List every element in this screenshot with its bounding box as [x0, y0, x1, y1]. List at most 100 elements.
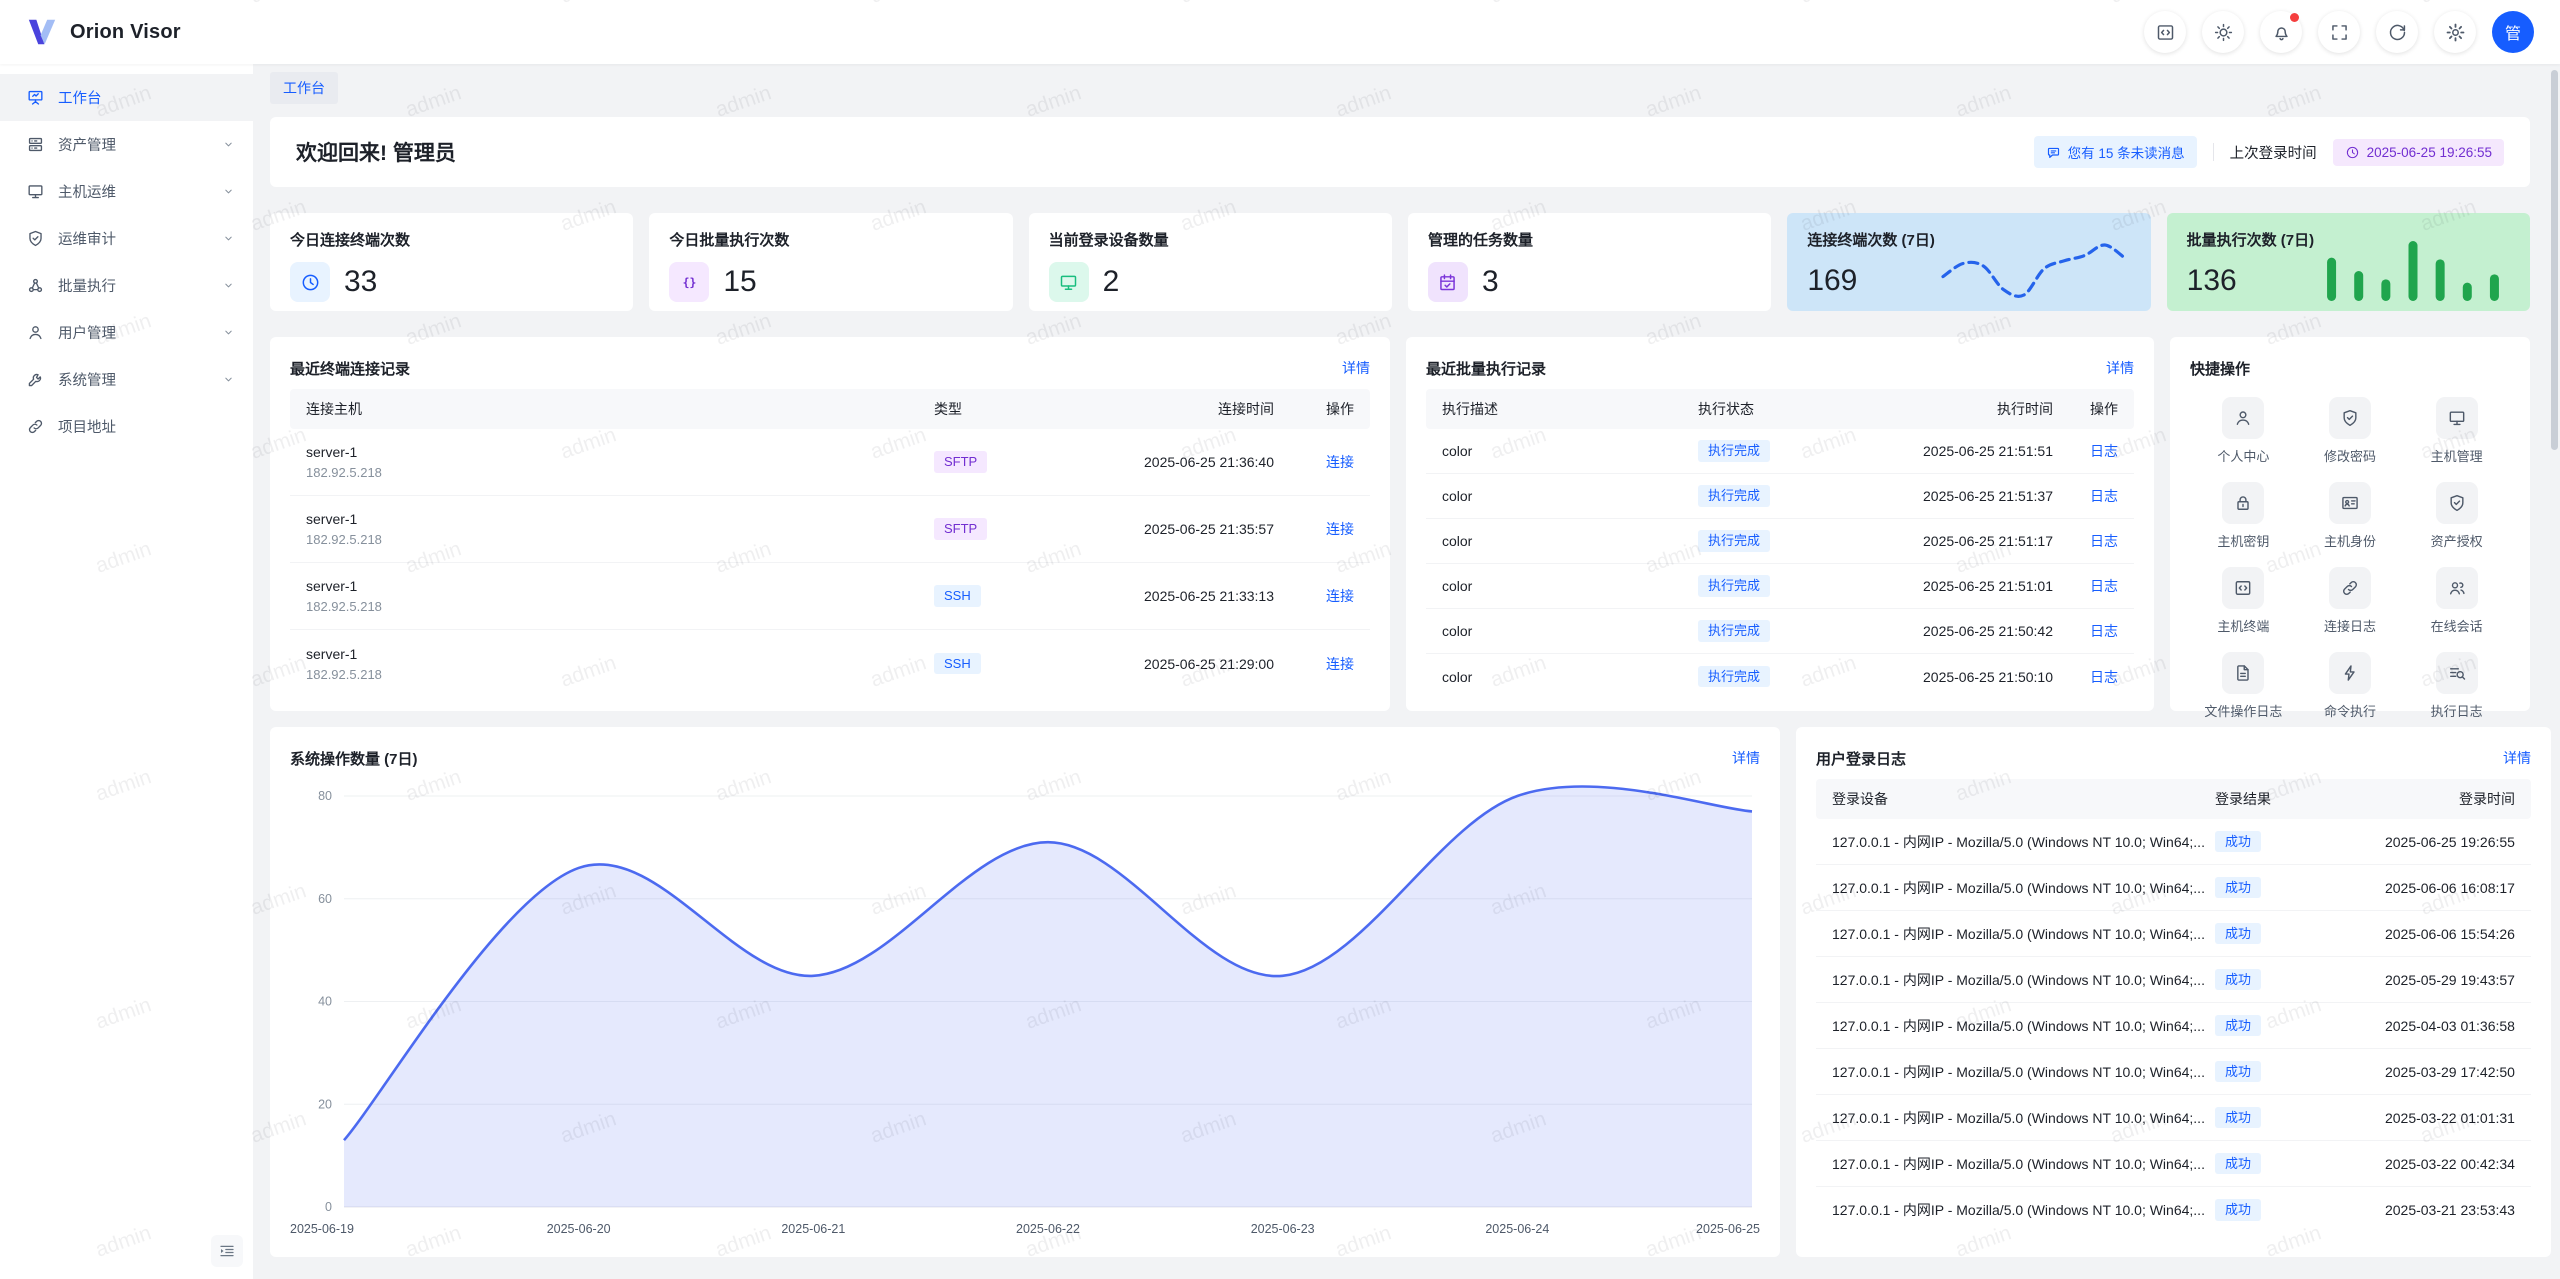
quick-op-host-identity[interactable]: 主机身份 — [2297, 478, 2404, 554]
user-icon — [26, 323, 45, 342]
exec-time: 2025-06-25 21:51:37 — [1838, 488, 2053, 504]
batch-records-detail-link[interactable]: 详情 — [2106, 358, 2134, 378]
system-chart-detail-link[interactable]: 详情 — [1732, 748, 1760, 768]
panel-title: 最近批量执行记录 — [1426, 358, 1546, 379]
svg-text:60: 60 — [318, 892, 332, 906]
unread-messages-badge[interactable]: 您有 15 条未读消息 — [2034, 136, 2197, 168]
terminal-records-detail-link[interactable]: 详情 — [1342, 358, 1370, 378]
stat-title: 今日连接终端次数 — [290, 229, 613, 250]
login-device: 127.0.0.1 - 内网IP - Mozilla/5.0 (Windows … — [1832, 1108, 2215, 1128]
connect-link[interactable]: 连接 — [1326, 521, 1354, 537]
column-header: 登录时间 — [2320, 789, 2515, 809]
log-link[interactable]: 日志 — [2090, 443, 2118, 459]
result-badge: 成功 — [2215, 1015, 2261, 1037]
column-header: 操作 — [1274, 399, 1354, 419]
quick-op-exec-log[interactable]: 执行日志 — [2403, 648, 2510, 724]
users-icon — [2436, 567, 2478, 609]
chevron-down-icon — [222, 326, 235, 339]
login-time: 2025-05-29 19:43:57 — [2320, 972, 2515, 988]
login-time: 2025-06-25 19:26:55 — [2320, 834, 2515, 850]
host-ip: 182.92.5.218 — [306, 532, 934, 547]
brand-logo[interactable]: Orion Visor — [0, 17, 181, 47]
chevron-down-icon — [222, 373, 235, 386]
connect-link[interactable]: 连接 — [1326, 588, 1354, 604]
exec-time: 2025-06-25 21:50:42 — [1838, 623, 2053, 639]
quick-op-label: 主机管理 — [2431, 446, 2483, 465]
log-link[interactable]: 日志 — [2090, 669, 2118, 685]
quick-op-online-sessions[interactable]: 在线会话 — [2403, 563, 2510, 639]
table-row: color 执行完成 2025-06-25 21:50:10 日志 — [1426, 654, 2134, 699]
dev-tools-button[interactable] — [2144, 11, 2186, 53]
breadcrumb[interactable]: 工作台 — [270, 72, 338, 104]
svg-text:2025-06-22: 2025-06-22 — [1016, 1222, 1080, 1236]
log-link[interactable]: 日志 — [2090, 488, 2118, 504]
workbench-icon — [26, 88, 45, 107]
sidebar-item-host-ops[interactable]: 主机运维 — [0, 168, 253, 215]
quick-op-host-mgmt[interactable]: 主机管理 — [2403, 393, 2510, 469]
column-header: 操作 — [2053, 399, 2118, 419]
avatar[interactable]: 管 — [2492, 11, 2534, 53]
quick-op-command-exec[interactable]: 命令执行 — [2297, 648, 2404, 724]
quick-op-change-password[interactable]: 修改密码 — [2297, 393, 2404, 469]
quick-op-personal-center[interactable]: 个人中心 — [2190, 393, 2297, 469]
scrollbar-thumb[interactable] — [2551, 70, 2558, 450]
quick-op-host-key[interactable]: 主机密钥 — [2190, 478, 2297, 554]
connect-link[interactable]: 连接 — [1326, 454, 1354, 470]
quick-op-label: 主机终端 — [2217, 616, 2269, 635]
sidebar-item-user-mgmt[interactable]: 用户管理 — [0, 309, 253, 356]
login-device: 127.0.0.1 - 内网IP - Mozilla/5.0 (Windows … — [1832, 1062, 2215, 1082]
log-link[interactable]: 日志 — [2090, 623, 2118, 639]
quick-op-connect-log[interactable]: 连接日志 — [2297, 563, 2404, 639]
type-badge: SFTP — [934, 451, 987, 473]
svg-text:2025-06-24: 2025-06-24 — [1485, 1222, 1549, 1236]
theme-toggle-button[interactable] — [2202, 11, 2244, 53]
task-calendar-icon — [1428, 262, 1468, 302]
status-badge: 执行完成 — [1698, 530, 1770, 552]
bell-icon — [2271, 22, 2292, 43]
sidebar-item-system-mgmt[interactable]: 系统管理 — [0, 356, 253, 403]
notifications-button[interactable] — [2260, 11, 2302, 53]
table-row: 127.0.0.1 - 内网IP - Mozilla/5.0 (Windows … — [1816, 1003, 2531, 1049]
exec-desc: color — [1442, 488, 1698, 504]
sidebar-collapse-button[interactable] — [211, 1235, 243, 1267]
chevron-down-icon — [222, 279, 235, 292]
exec-time: 2025-06-25 21:51:01 — [1838, 578, 2053, 594]
last-login-label: 上次登录时间 — [2230, 142, 2317, 163]
column-header: 登录设备 — [1832, 789, 2215, 809]
stat-title: 今日批量执行次数 — [669, 229, 992, 250]
login-logs-detail-link[interactable]: 详情 — [2503, 748, 2531, 768]
result-badge: 成功 — [2215, 831, 2261, 853]
sidebar-item-project-link[interactable]: 项目地址 — [0, 403, 253, 450]
quick-op-label: 在线会话 — [2431, 616, 2483, 635]
sidebar-item-workbench[interactable]: 工作台 — [0, 74, 253, 121]
orion-visor-logo-icon — [26, 17, 58, 47]
refresh-button[interactable] — [2376, 11, 2418, 53]
sidebar-item-audit[interactable]: 运维审计 — [0, 215, 253, 262]
table-row: color 执行完成 2025-06-25 21:50:42 日志 — [1426, 609, 2134, 654]
fullscreen-button[interactable] — [2318, 11, 2360, 53]
link-icon — [2329, 567, 2371, 609]
log-link[interactable]: 日志 — [2090, 533, 2118, 549]
settings-button[interactable] — [2434, 11, 2476, 53]
table-header: 连接主机 类型 连接时间 操作 — [290, 389, 1370, 429]
notification-dot — [2290, 13, 2299, 22]
sidebar-item-assets[interactable]: 资产管理 — [0, 121, 253, 168]
connect-link[interactable]: 连接 — [1326, 656, 1354, 672]
log-link[interactable]: 日志 — [2090, 578, 2118, 594]
column-header: 连接时间 — [1044, 399, 1274, 419]
shield-check-icon — [2436, 482, 2478, 524]
exec-desc: color — [1442, 578, 1698, 594]
quick-ops-panel: 快捷操作 个人中心 修改密码 主机管理 主机密钥 主机身份 资产授权 主机终端 … — [2170, 337, 2530, 711]
quick-op-asset-auth[interactable]: 资产授权 — [2403, 478, 2510, 554]
svg-text:2025-06-20: 2025-06-20 — [547, 1222, 611, 1236]
last-login-time: 2025-06-25 19:26:55 — [2367, 145, 2492, 160]
connect-time: 2025-06-25 21:29:00 — [1044, 656, 1274, 672]
host-ip: 182.92.5.218 — [306, 599, 934, 614]
result-badge: 成功 — [2215, 923, 2261, 945]
id-card-icon — [2329, 482, 2371, 524]
exec-time: 2025-06-25 21:50:10 — [1838, 669, 2053, 685]
quick-op-host-terminal[interactable]: 主机终端 — [2190, 563, 2297, 639]
quick-op-file-op-log[interactable]: 文件操作日志 — [2190, 648, 2297, 724]
sidebar-item-batch-exec[interactable]: 批量执行 — [0, 262, 253, 309]
chevron-down-icon — [222, 232, 235, 245]
